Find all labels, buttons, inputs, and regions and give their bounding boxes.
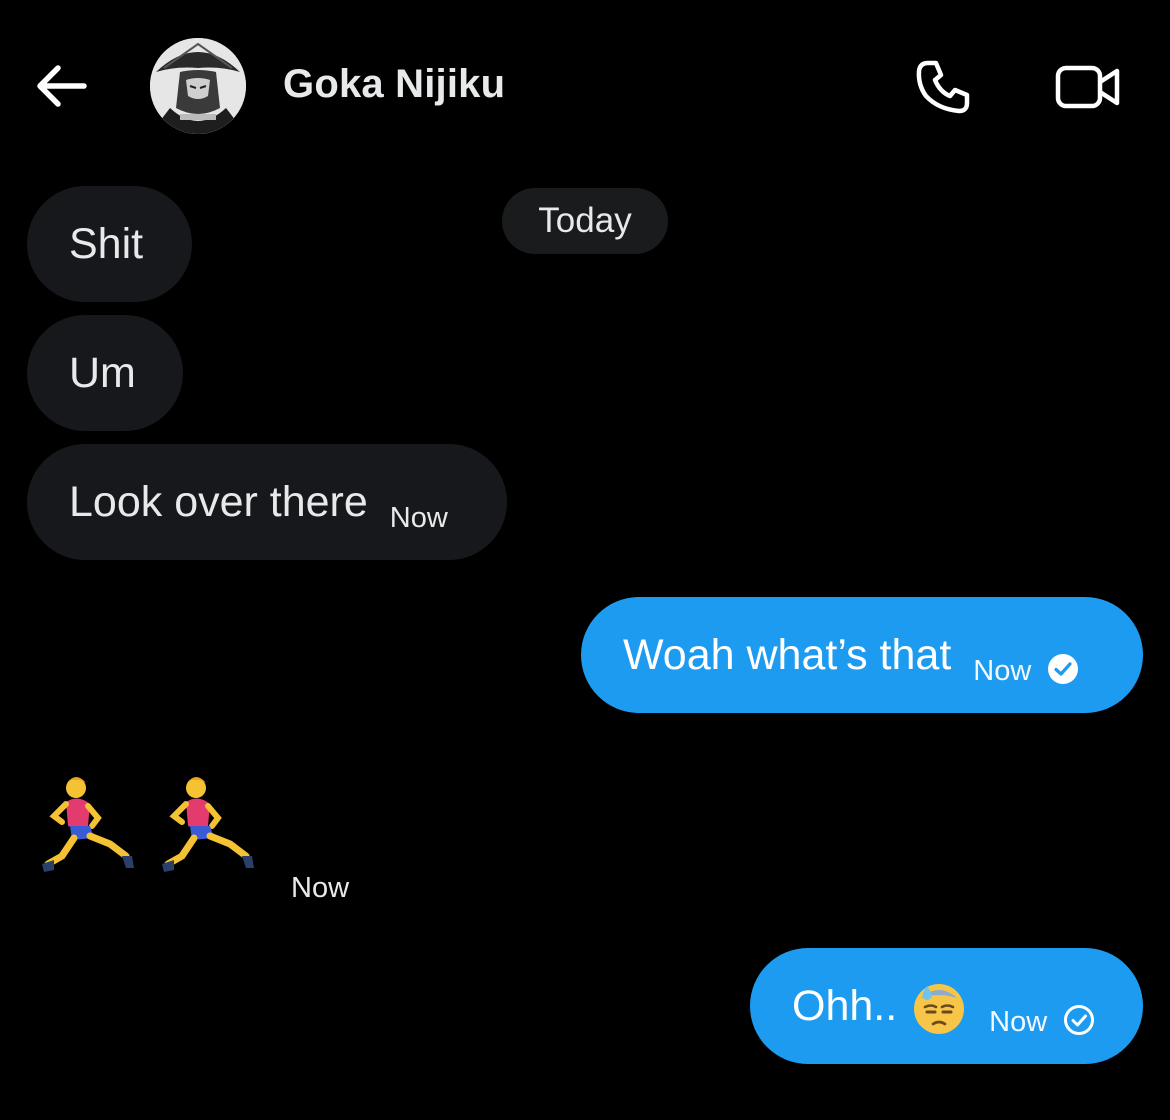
outgoing-message-bubble[interactable]: Woah what’s that Now xyxy=(581,597,1143,713)
conversation-header: Goka Nijiku xyxy=(0,0,1170,175)
incoming-emoji-message[interactable]: Now xyxy=(40,772,370,904)
back-button[interactable] xyxy=(30,58,90,114)
message-timestamp: Now xyxy=(973,654,1032,687)
incoming-message-bubble[interactable]: Look over there Now xyxy=(27,444,507,560)
sent-check-icon xyxy=(1063,1004,1095,1036)
phone-icon xyxy=(916,60,970,114)
date-separator: Today xyxy=(502,188,668,254)
seen-check-icon xyxy=(1047,653,1079,685)
message-timestamp: Now xyxy=(389,501,448,534)
avatar-image xyxy=(150,38,246,134)
contact-name[interactable]: Goka Nijiku xyxy=(283,62,505,107)
message-timestamp: Now xyxy=(989,1005,1048,1038)
message-timestamp: Now xyxy=(291,872,350,904)
video-camera-icon xyxy=(1055,65,1120,109)
outgoing-message-bubble[interactable]: Ohh.. Now xyxy=(750,948,1143,1064)
message-text: Shit xyxy=(69,219,144,268)
message-text: Um xyxy=(69,348,136,397)
arrow-left-icon xyxy=(37,65,87,107)
message-text: Ohh.. xyxy=(792,981,898,1030)
downcast-face-with-sweat-emoji xyxy=(914,984,965,1034)
avatar[interactable] xyxy=(150,38,246,134)
incoming-message-bubble[interactable]: Shit xyxy=(27,186,192,302)
message-text: Look over there xyxy=(69,477,368,526)
man-running-emoji xyxy=(162,777,254,872)
message-text: Woah what’s that xyxy=(623,630,952,679)
voice-call-button[interactable] xyxy=(908,54,978,120)
man-running-emoji xyxy=(42,777,134,872)
video-call-button[interactable] xyxy=(1048,54,1128,120)
incoming-message-bubble[interactable]: Um xyxy=(27,315,183,431)
